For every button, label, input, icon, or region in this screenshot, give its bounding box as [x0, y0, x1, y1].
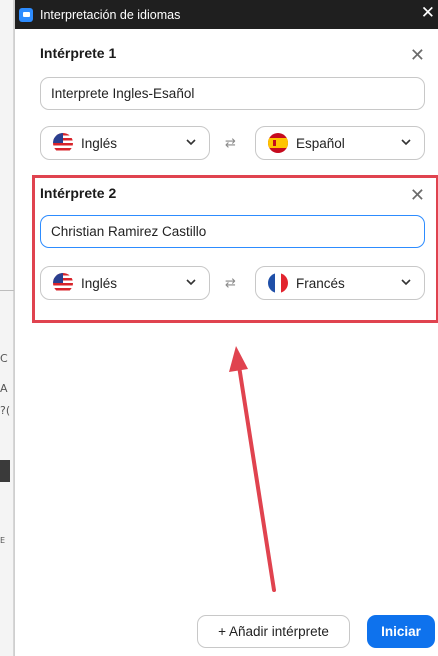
background-block	[0, 460, 10, 482]
background-text: C	[0, 352, 8, 365]
interpretation-dialog: Interpretación de idiomas ✕ Intérprete 1…	[14, 0, 438, 656]
background-divider	[0, 290, 14, 291]
start-button[interactable]: Iniciar	[367, 615, 435, 648]
add-interpreter-button[interactable]: + Añadir intérprete	[197, 615, 350, 648]
background-text: ?(	[0, 404, 11, 417]
background-text: E	[0, 536, 6, 545]
background-text: A	[0, 382, 8, 395]
background-window-strip: C A ?( E	[0, 0, 14, 656]
annotation-arrow	[229, 346, 276, 592]
